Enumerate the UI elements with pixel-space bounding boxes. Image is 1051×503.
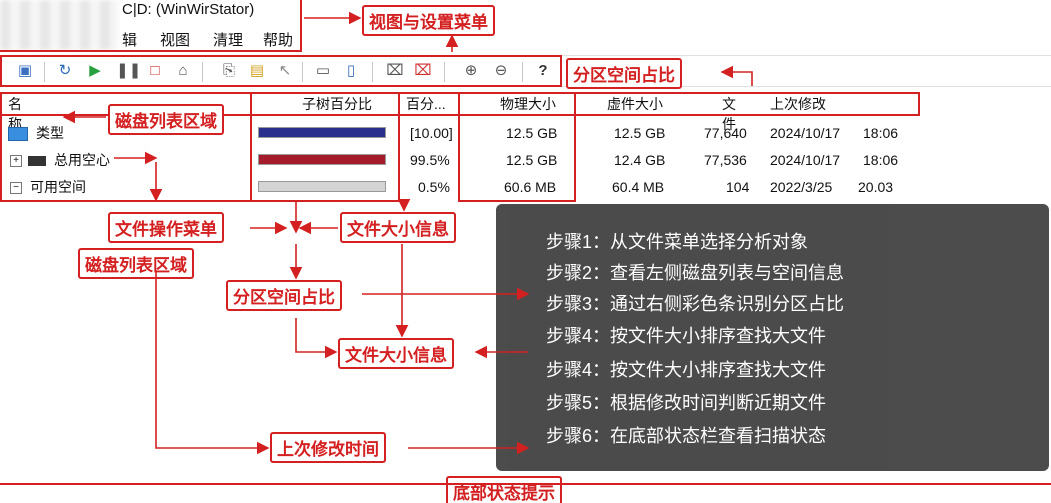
annotation-arrows [62, 11, 753, 455]
